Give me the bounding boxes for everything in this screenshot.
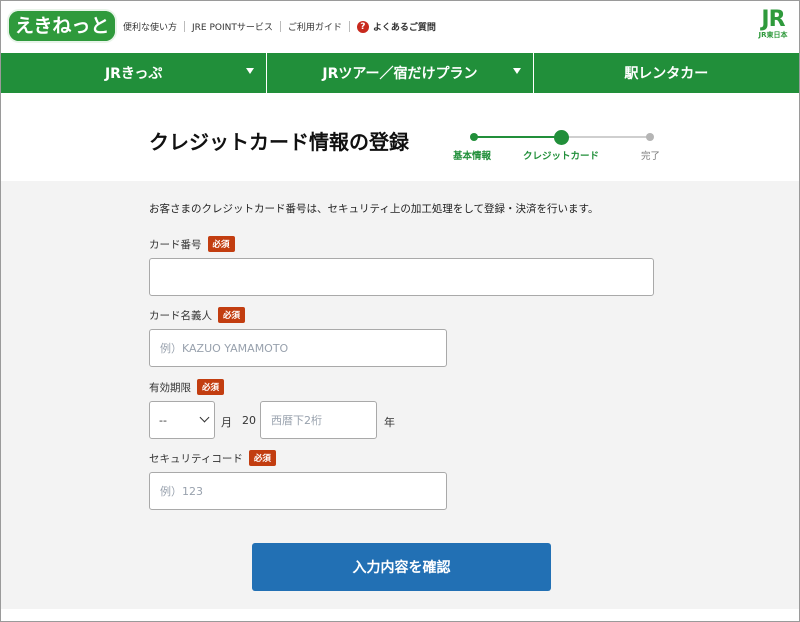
card-name-label-text: カード名義人 xyxy=(149,309,212,322)
step-connector-done xyxy=(474,136,562,138)
caret-down-icon xyxy=(246,68,255,74)
caret-down-icon xyxy=(512,68,521,74)
divider xyxy=(348,21,350,32)
nav-item-jr-tickets[interactable]: JRきっぷ xyxy=(1,53,268,93)
required-badge: 必須 xyxy=(197,379,225,395)
chevron-down-icon xyxy=(199,412,210,423)
required-badge: 必須 xyxy=(248,450,276,466)
step-dot-upcoming xyxy=(646,133,654,141)
required-badge: 必須 xyxy=(218,307,246,323)
security-code-label-text: セキュリティコード xyxy=(149,452,243,465)
security-code-label: セキュリティコード 必須 xyxy=(149,450,276,466)
nav-item-label: JRきっぷ xyxy=(104,66,163,82)
card-number-label: カード番号 必須 xyxy=(149,236,235,252)
site-header: えきねっと 便利な使い方 JRE POINTサービス ご利用ガイド ? よくある… xyxy=(1,1,799,53)
main-nav: JRきっぷ JRツアー／宿だけプラン 駅レンタカー xyxy=(1,53,799,93)
card-number-input[interactable] xyxy=(149,258,654,296)
jr-logo-sub: JR東日本 xyxy=(758,31,788,39)
nav-item-rental-car[interactable]: 駅レンタカー xyxy=(534,53,799,93)
expiry-label-text: 有効期限 xyxy=(149,381,191,394)
step-label-complete: 完了 xyxy=(641,151,661,162)
page-bottom xyxy=(1,609,799,621)
question-icon: ? xyxy=(356,20,369,33)
link-how-to-use[interactable]: 便利な使い方 xyxy=(123,20,177,33)
step-dot-current xyxy=(554,130,569,145)
link-jre-point[interactable]: JRE POINTサービス xyxy=(192,20,273,33)
progress-steps: 基本情報 クレジットカード 完了 xyxy=(447,123,677,163)
credit-card-form: お客さまのクレジットカード番号は、セキュリティ上の加工処理をして登録・決済を行い… xyxy=(1,181,799,609)
security-notice: お客さまのクレジットカード番号は、セキュリティ上の加工処理をして登録・決済を行い… xyxy=(149,203,599,215)
step-label-credit-card: クレジットカード xyxy=(523,151,600,162)
divider xyxy=(184,21,186,32)
security-code-input[interactable]: 例）123 xyxy=(149,472,447,510)
nav-item-jr-tours[interactable]: JRツアー／宿だけプラン xyxy=(267,53,534,93)
year-prefix: 20 xyxy=(242,414,256,427)
card-name-input[interactable]: 例）KAZUO YAMAMOTO xyxy=(149,329,447,367)
expiry-label: 有効期限 必須 xyxy=(149,379,225,395)
divider xyxy=(279,21,281,32)
step-connector-todo xyxy=(562,136,650,138)
expiry-year-input[interactable]: 西暦下2桁 xyxy=(260,401,377,439)
page-title: クレジットカード情報の登録 xyxy=(149,130,409,154)
card-name-label: カード名義人 必須 xyxy=(149,307,246,323)
expiry-month-value: -- xyxy=(159,413,167,427)
confirm-button[interactable]: 入力内容を確認 xyxy=(252,543,551,591)
expiry-month-select[interactable]: -- xyxy=(149,401,215,439)
required-badge: 必須 xyxy=(207,236,235,252)
ekinet-logo[interactable]: えきねっと xyxy=(9,11,116,41)
jr-east-logo[interactable]: JR JR東日本 xyxy=(755,7,791,40)
year-unit: 年 xyxy=(384,416,395,429)
link-faq[interactable]: ? よくあるご質問 xyxy=(356,20,436,33)
card-number-label-text: カード番号 xyxy=(149,238,202,251)
title-section: クレジットカード情報の登録 基本情報 クレジットカード 完了 xyxy=(1,93,799,181)
step-dot-completed xyxy=(470,133,478,141)
jr-logo-mark: JR xyxy=(761,7,785,32)
nav-item-label: 駅レンタカー xyxy=(624,66,709,82)
month-unit: 月 xyxy=(221,416,232,429)
link-user-guide[interactable]: ご利用ガイド xyxy=(288,20,342,33)
utility-links: 便利な使い方 JRE POINTサービス ご利用ガイド ? よくあるご質問 xyxy=(123,20,436,33)
nav-item-label: JRツアー／宿だけプラン xyxy=(322,66,478,82)
faq-label: よくあるご質問 xyxy=(372,23,436,33)
step-label-basic-info: 基本情報 xyxy=(453,151,492,162)
